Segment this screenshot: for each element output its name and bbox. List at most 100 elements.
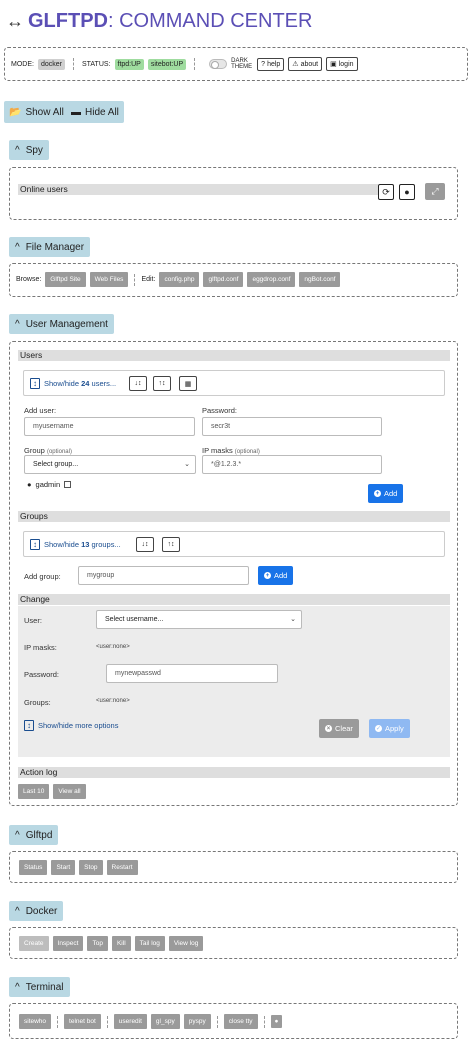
ipmasks-label: IP masks (optional)	[202, 446, 260, 455]
group-label: Group (optional)	[24, 446, 72, 455]
change-password-input[interactable]: mynewpasswd	[106, 664, 278, 683]
terminal-pyspy-button[interactable]: pyspy	[183, 1014, 211, 1029]
edit-eggdrop-conf-button[interactable]: eggdrop.conf	[247, 272, 296, 287]
terminal-info-icon[interactable]: ●	[270, 1015, 283, 1028]
users-list-box: ↕ Show/hide 24 users... ↓↕ ↑↕ ▦	[23, 370, 445, 396]
question-icon: ?	[261, 60, 266, 68]
plus-circle-icon: +	[264, 572, 271, 579]
change-user-label: User:	[24, 616, 42, 625]
sort-numeric-icon[interactable]: ↓↕	[136, 537, 154, 552]
user-management-panel: Users ↕ Show/hide 24 users... ↓↕ ↑↕ ▦ Ad…	[9, 341, 458, 806]
action-log-viewall-button[interactable]: View all	[53, 784, 86, 799]
expand-vertical-icon: ↕	[30, 539, 40, 550]
terminal-section-header[interactable]: ^ Terminal	[9, 977, 70, 997]
sort-numeric-icon[interactable]: ↓↕	[129, 376, 147, 391]
spy-panel: Online users ⟳ ● ⤢	[9, 167, 458, 220]
change-groups-value: <user:none>	[96, 698, 130, 704]
hide-all-button[interactable]: ▬ Hide All	[66, 101, 124, 123]
users-grid-icon[interactable]: ▦	[179, 376, 197, 391]
pause-icon[interactable]: ●	[399, 184, 415, 200]
terminal-useredit-button[interactable]: useredit	[113, 1014, 147, 1029]
chevron-up-icon: ^	[15, 905, 20, 917]
spy-section-header[interactable]: ^ Spy	[9, 140, 49, 160]
password-input[interactable]: secr3t	[202, 417, 382, 436]
users-title: Users	[18, 350, 450, 361]
add-user-button[interactable]: + Add	[368, 484, 404, 503]
add-group-input[interactable]: mygroup	[78, 566, 249, 585]
edit-label: Edit:	[141, 276, 156, 283]
mode-value-badge: docker	[37, 58, 65, 70]
terminal-panel: sitewho telnet bot useredit gl_spy pyspy…	[9, 1003, 458, 1039]
separator	[263, 1015, 265, 1028]
docker-create-button[interactable]: Create	[19, 936, 49, 951]
apply-button[interactable]: ✓ Apply	[369, 719, 410, 738]
add-group-button[interactable]: + Add	[258, 566, 294, 585]
brand-name: GLFTPD	[28, 10, 108, 32]
add-user-input[interactable]: myusername	[24, 417, 195, 436]
sort-alpha-icon[interactable]: ↑↕	[162, 537, 180, 552]
sitebot-status-badge: sitebot:UP	[147, 58, 187, 70]
change-ipmasks-label: IP masks:	[24, 643, 57, 652]
docker-title: Docker	[25, 905, 58, 917]
chevron-up-icon: ^	[15, 981, 20, 993]
ipmasks-input[interactable]: *@1.2.3.*	[202, 455, 382, 474]
help-label: help	[267, 60, 281, 68]
separator	[134, 273, 136, 286]
chevron-up-icon: ^	[15, 144, 20, 156]
file-manager-section-header[interactable]: ^ File Manager	[9, 237, 91, 257]
terminal-close-tty-button[interactable]: close tty	[223, 1014, 258, 1029]
glftpd-start-button[interactable]: Start	[51, 860, 76, 875]
user-management-title: User Management	[25, 318, 108, 330]
terminal-gl-spy-button[interactable]: gl_spy	[150, 1014, 180, 1029]
chevron-up-icon: ^	[15, 318, 20, 330]
action-log-title: Action log	[18, 767, 450, 778]
edit-ngbot-conf-button[interactable]: ngBot.conf	[299, 272, 341, 287]
terminal-telnet-bot-button[interactable]: telnet bot	[64, 1014, 101, 1029]
more-options-link[interactable]: Show/hide more options	[38, 721, 118, 730]
dark-theme-toggle[interactable]	[209, 59, 228, 69]
ftpd-status-badge: ftpd:UP	[114, 58, 144, 70]
browse-glftpd-site-button[interactable]: Glftpd Site	[45, 272, 86, 287]
docker-kill-button[interactable]: Kill	[111, 936, 131, 951]
docker-inspect-button[interactable]: Inspect	[52, 936, 84, 951]
docker-section-header[interactable]: ^ Docker	[9, 901, 64, 921]
show-all-button[interactable]: 📂 Show All	[4, 101, 69, 123]
spy-title: Spy	[25, 144, 43, 156]
chevron-down-icon: ⌄	[184, 461, 190, 468]
plus-circle-icon: +	[374, 490, 381, 497]
glftpd-section-header[interactable]: ^ Glftpd	[9, 825, 59, 845]
browse-web-files-button[interactable]: Web Files	[89, 272, 129, 287]
gadmin-checkbox[interactable]	[64, 481, 72, 488]
glftpd-panel: Status Start Stop Restart	[9, 851, 458, 883]
docker-view-log-button[interactable]: View log	[168, 936, 204, 951]
group-select[interactable]: Select group... ⌄	[24, 455, 196, 474]
login-button[interactable]: ▣ login	[326, 57, 358, 71]
mode-label: MODE:	[11, 60, 34, 68]
folder-icon: ▬	[71, 106, 81, 118]
terminal-title: Terminal	[25, 981, 64, 993]
expand-icon[interactable]: ⤢	[425, 183, 445, 200]
show-hide-users-link[interactable]: Show/hide 24 users...	[44, 379, 116, 388]
glftpd-status-button[interactable]: Status	[19, 860, 48, 875]
page-title: ↔ GLFTPD: COMMAND CENTER	[6, 8, 312, 34]
user-management-section-header[interactable]: ^ User Management	[9, 314, 114, 334]
glftpd-restart-button[interactable]: Restart	[106, 860, 138, 875]
close-circle-icon: ×	[325, 725, 332, 732]
info-icon: ⚠	[292, 61, 299, 68]
sort-alpha-icon[interactable]: ↑↕	[153, 376, 171, 391]
clear-button[interactable]: × Clear	[319, 719, 359, 738]
docker-tail-log-button[interactable]: Tail log	[134, 936, 165, 951]
glftpd-stop-button[interactable]: Stop	[79, 860, 103, 875]
about-button[interactable]: ⚠ about	[288, 57, 323, 71]
show-hide-groups-link[interactable]: Show/hide 13 groups...	[44, 540, 121, 549]
edit-config-php-button[interactable]: config.php	[159, 272, 200, 287]
edit-glftpd-conf-button[interactable]: glftpd.conf	[203, 272, 244, 287]
help-button[interactable]: ? help	[257, 57, 285, 71]
change-user-select[interactable]: Select username... ⌄	[96, 610, 302, 629]
docker-top-button[interactable]: Top	[87, 936, 108, 951]
action-log-last10-button[interactable]: Last 10	[18, 784, 50, 799]
terminal-sitewho-button[interactable]: sitewho	[19, 1014, 52, 1029]
mode-status-bar: MODE: docker STATUS: ftpd:UP sitebot:UP …	[4, 47, 468, 81]
change-panel: User: Select username... ⌄ IP masks: <use…	[18, 606, 450, 757]
refresh-icon[interactable]: ⟳	[378, 184, 394, 200]
